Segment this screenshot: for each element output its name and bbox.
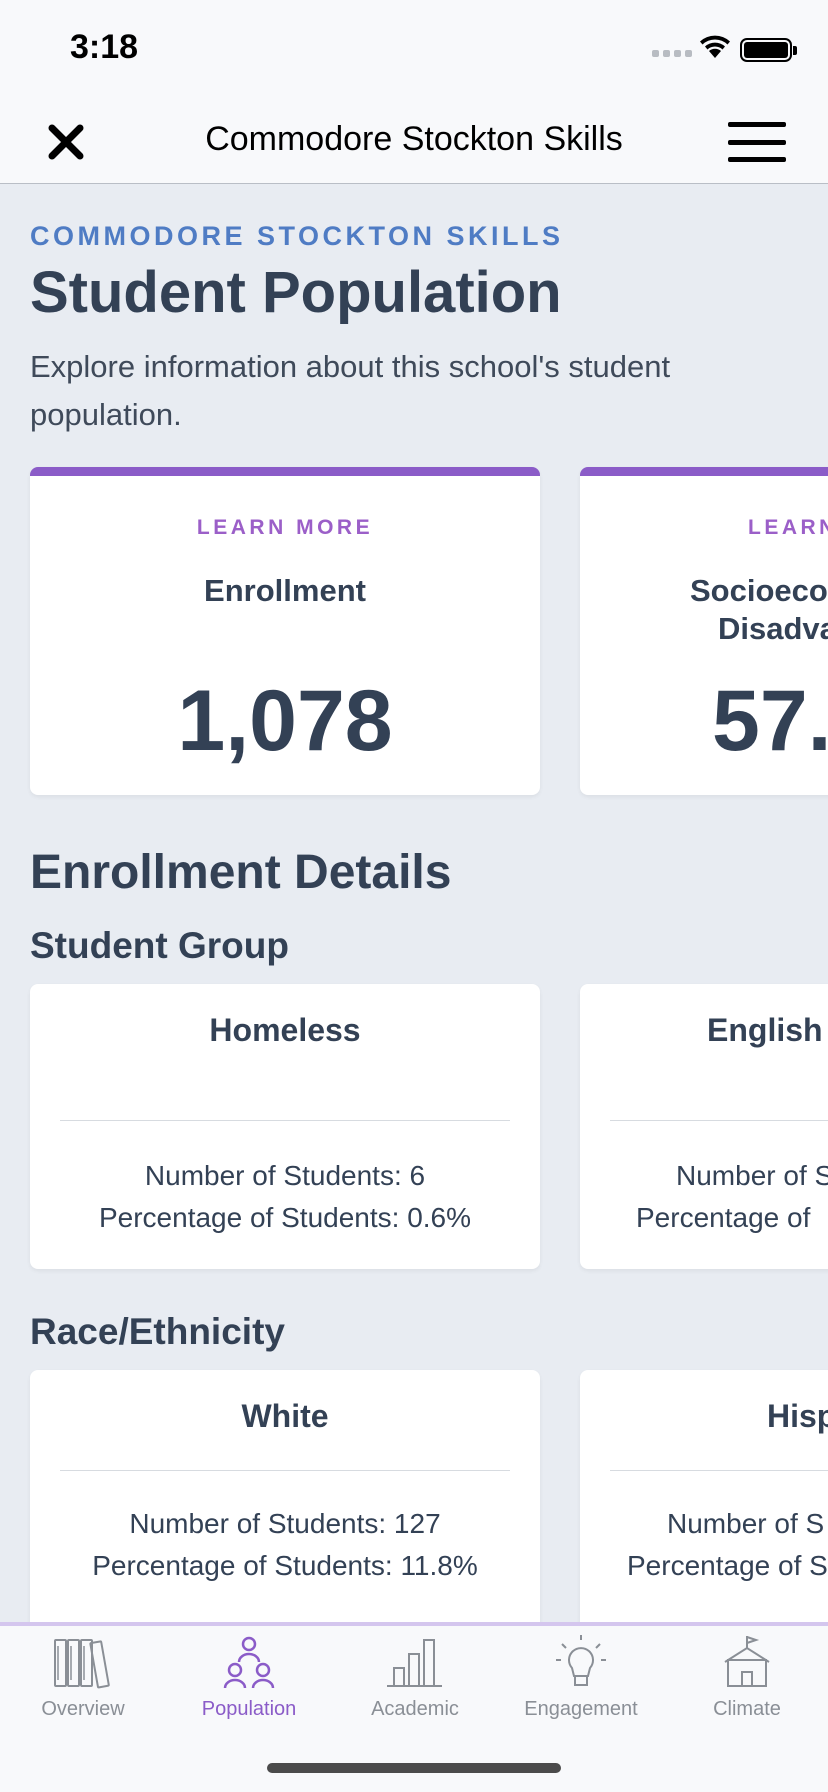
hamburger-menu-icon[interactable] — [728, 122, 786, 162]
student-group-card[interactable]: Homeless Number of Students: 6 Percentag… — [30, 984, 540, 1269]
tab-overview[interactable]: Overview — [0, 1634, 166, 1721]
student-group-card[interactable]: English Number of S Percentage of — [580, 984, 828, 1269]
wifi-icon — [700, 35, 730, 58]
home-indicator[interactable] — [267, 1763, 561, 1773]
divider — [60, 1470, 510, 1471]
school-name-eyebrow: COMMODORE STOCKTON SKILLS — [30, 221, 564, 251]
status-bar: 3:18 — [0, 0, 828, 100]
tab-climate[interactable]: Climate — [664, 1634, 828, 1721]
race-ethnicity-card[interactable]: White Number of Students: 127 Percentage… — [30, 1370, 540, 1625]
stat-value: 1,078 — [177, 673, 393, 769]
tab-label: Population — [201, 1698, 297, 1720]
tab-academic[interactable]: Academic — [332, 1634, 498, 1721]
divider — [610, 1120, 828, 1121]
group-name: English — [707, 1012, 823, 1048]
learn-more-link[interactable]: LEARN MORE — [30, 516, 540, 540]
people-icon — [223, 1636, 275, 1689]
number-of-students: Number of S — [676, 1160, 828, 1191]
percentage-of-students: Percentage of Students: 0.6% — [98, 1202, 472, 1233]
number-of-students: Number of Students: 6 — [144, 1160, 426, 1191]
tab-label: Climate — [713, 1698, 781, 1720]
bar-chart-icon — [387, 1639, 442, 1687]
battery-icon — [740, 38, 797, 62]
enrollment-details-title: Enrollment Details — [30, 846, 452, 899]
school-icon — [724, 1636, 770, 1687]
race-ethnicity-card[interactable]: Hisp Number of S Percentage of S — [580, 1370, 828, 1625]
stat-label-line: Socioeco — [690, 573, 828, 608]
number-of-students: Number of Students: 127 — [129, 1508, 441, 1539]
navigation-bar: Commodore Stockton Skills — [0, 100, 828, 184]
main-content[interactable]: COMMODORE STOCKTON SKILLS Student Popula… — [0, 185, 828, 1625]
group-name: Homeless — [209, 1012, 361, 1048]
percentage-of-students: Percentage of S — [627, 1550, 828, 1581]
group-name: Hisp — [767, 1398, 828, 1434]
page-description: Explore information about this school's … — [30, 349, 671, 432]
student-group-title: Student Group — [30, 925, 289, 966]
divider — [610, 1470, 828, 1471]
learn-more-link[interactable]: LEARN — [748, 516, 828, 540]
group-name: White — [241, 1398, 329, 1434]
tab-label: Overview — [41, 1698, 125, 1720]
lightbulb-icon — [556, 1635, 606, 1686]
stat-value: 57. — [712, 673, 828, 769]
cellular-signal-icon — [652, 50, 692, 57]
status-time: 3:18 — [70, 28, 139, 66]
tab-label: Academic — [371, 1698, 459, 1720]
stat-label: Enrollment — [204, 573, 366, 608]
enrollment-card[interactable]: LEARN MORE Enrollment 1,078 — [30, 467, 540, 795]
percentage-of-students: Percentage of — [636, 1202, 811, 1233]
socioeconomic-card[interactable]: LEARN Socioeco Disadva 57. — [580, 467, 828, 795]
tab-label: Engagement — [524, 1698, 638, 1720]
nav-title: Commodore Stockton Skills — [205, 120, 623, 158]
race-ethnicity-title: Race/Ethnicity — [30, 1311, 285, 1352]
percentage-of-students: Percentage of Students: 11.8% — [92, 1550, 478, 1581]
divider — [60, 1120, 510, 1121]
books-icon — [54, 1639, 110, 1689]
stat-label: Socioeco Disadva — [690, 572, 828, 648]
page-title: Student Population — [30, 260, 562, 325]
tab-population[interactable]: Population — [166, 1634, 332, 1721]
stat-label-line: Disadva — [718, 611, 828, 646]
number-of-students: Number of S — [667, 1508, 825, 1539]
tab-engagement[interactable]: Engagement — [498, 1634, 664, 1721]
